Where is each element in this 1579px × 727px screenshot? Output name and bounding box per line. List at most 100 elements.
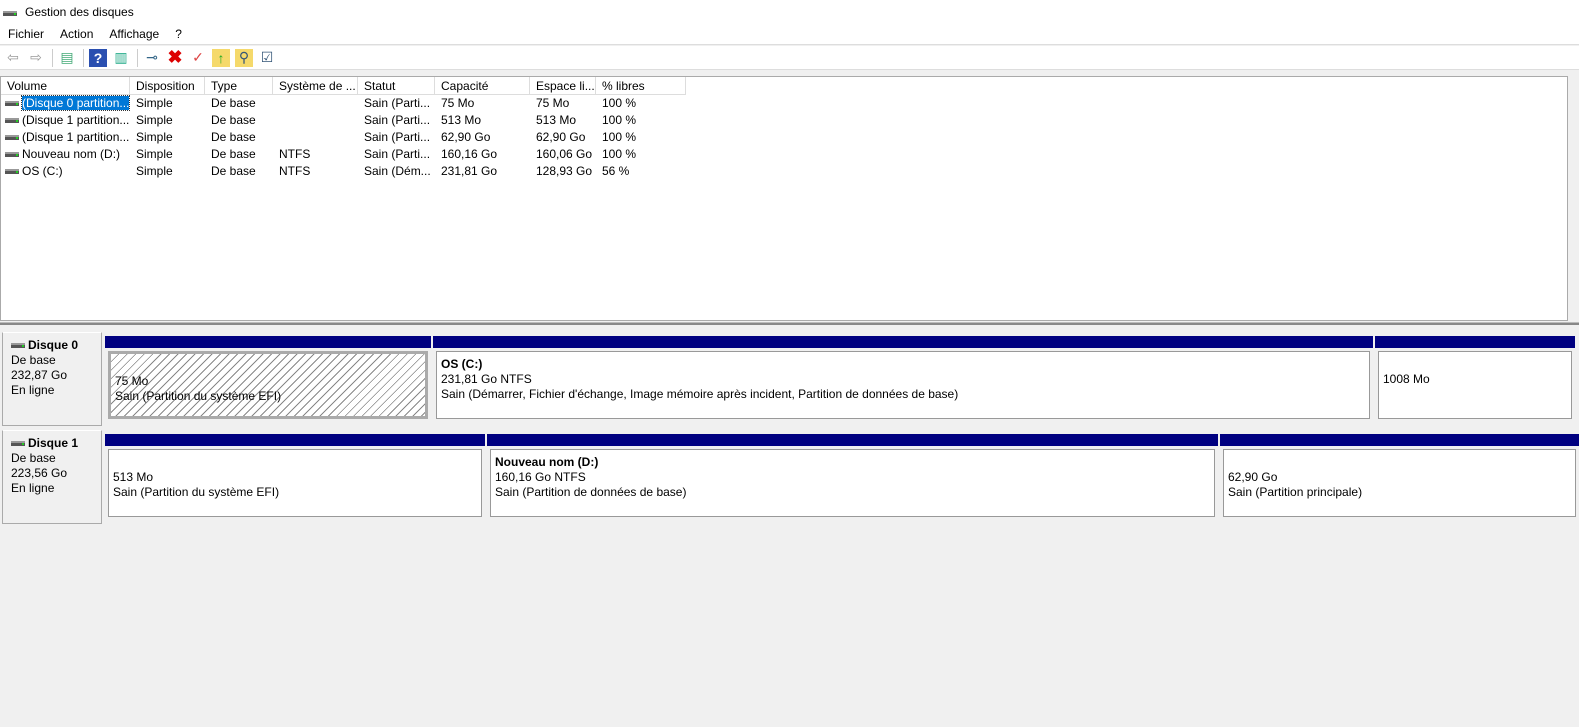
disk-name: Disque 1 [28, 436, 79, 450]
partition-block[interactable]: 75 Mo Sain (Partition du système EFI) [105, 336, 431, 422]
partition-size: 1008 Mo [1383, 372, 1430, 386]
partition-block[interactable]: OS (C:) 231,81 Go NTFS Sain (Démarrer, Fic… [433, 336, 1373, 422]
table-cell: 100 % [602, 113, 637, 127]
table-cell: Sain (Parti... [364, 113, 431, 127]
disk-management-icon [3, 6, 19, 18]
partition-size: 62,90 Go [1228, 470, 1278, 484]
table-row[interactable]: OS (C:) Simple De base NTFS Sain (Dém... 231,… [1, 163, 686, 180]
checklist-icon[interactable]: ☑ [258, 49, 276, 67]
partition-status: Sain (Démarrer, Fichier d'échange, Image… [441, 387, 959, 401]
partition-name [1383, 357, 1567, 372]
menu-fichier[interactable]: Fichier [0, 27, 52, 41]
forward-icon[interactable]: ⇨ [27, 49, 45, 67]
partition-bar [487, 434, 1218, 446]
column-header[interactable]: % libres [596, 77, 686, 95]
disk-icon [11, 343, 25, 349]
disk-label[interactable]: Disque 0 De base 232,87 Go En ligne [2, 332, 102, 426]
table-row[interactable]: (Disque 1 partition... Simple De base Sain … [1, 129, 686, 146]
disk-label[interactable]: Disque 1 De base 223,56 Go En ligne [2, 430, 102, 524]
table-cell: Nouveau nom (D:) [1, 146, 130, 163]
pane-splitter[interactable] [0, 322, 1579, 325]
volume-icon [5, 169, 19, 175]
table-cell: NTFS [279, 147, 311, 161]
table-cell: De base [211, 164, 256, 178]
show-hide-console-tree-icon[interactable]: ▤ [58, 49, 76, 67]
table-cell: De base [211, 130, 256, 144]
table-row[interactable]: Nouveau nom (D:) Simple De base NTFS Sain (P… [1, 146, 686, 163]
menu-action[interactable]: Action [52, 27, 101, 41]
table-cell: 231,81 Go [441, 164, 498, 178]
column-header[interactable]: Statut [358, 77, 435, 95]
partition-name: Nouveau nom (D:) [495, 455, 599, 469]
partition-bar [105, 434, 485, 446]
partition-body: 62,90 Go Sain (Partition principale) [1223, 449, 1576, 517]
disk-status: En ligne [11, 383, 55, 397]
partition-block[interactable]: Nouveau nom (D:) 160,16 Go NTFS Sain (Part… [487, 434, 1218, 520]
table-cell: 513 Mo [536, 113, 577, 127]
partition-name [1228, 455, 1571, 470]
disk-type: De base [11, 451, 56, 465]
column-header[interactable]: Volume [1, 77, 130, 95]
volume-name: (Disque 0 partition... [20, 95, 130, 111]
column-header[interactable]: Disposition [130, 77, 205, 95]
table-cell: Simple [136, 164, 173, 178]
table-cell: (Disque 1 partition... [1, 112, 130, 129]
column-header[interactable]: Capacité [435, 77, 530, 95]
partition-bar [105, 336, 431, 348]
show-action-pane-icon[interactable]: ▥ [112, 49, 130, 67]
toolbar: ⇦ ⇨ ▤ ? ▥ ⊸ ✖ ✓ ↑ ⚲ ☑ [0, 46, 1579, 70]
partition-body: OS (C:) 231,81 Go NTFS Sain (Démarrer, Fic… [436, 351, 1370, 419]
column-header[interactable]: Espace li... [530, 77, 596, 95]
table-cell: 62,90 Go [441, 130, 491, 144]
partition-status: Sain (Partition principale) [1228, 485, 1363, 499]
table-cell: De base [211, 147, 256, 161]
table-cell: Sain (Dém... [364, 164, 431, 178]
table-cell: De base [211, 96, 256, 110]
table-cell [273, 129, 358, 146]
title-bar: Gestion des disques [0, 0, 1579, 24]
partition-size: 513 Mo [113, 470, 154, 484]
table-cell: 75 Mo [536, 96, 570, 110]
disk-icon [11, 441, 25, 447]
partition-block[interactable]: 62,90 Go Sain (Partition principale) [1220, 434, 1579, 520]
volume-icon [5, 135, 19, 141]
column-header[interactable]: Système de ... [273, 77, 358, 95]
properties-icon[interactable]: ✓ [189, 49, 207, 67]
help-icon[interactable]: ? [89, 48, 107, 67]
table-cell: Sain (Parti... [364, 130, 431, 144]
delete-icon[interactable]: ✖ [166, 47, 184, 67]
partition-size: 160,16 Go NTFS [495, 470, 586, 484]
disk-row: Disque 0 De base 232,87 Go En ligne 75 Mo Sai… [0, 330, 1579, 426]
table-cell: OS (C:) [1, 163, 130, 180]
table-row[interactable]: (Disque 0 partition... Simple De base Sain … [1, 95, 686, 112]
partition-body: Nouveau nom (D:) 160,16 Go NTFS Sain (Part… [490, 449, 1215, 517]
partition-name: OS (C:) [441, 357, 483, 371]
back-icon[interactable]: ⇦ [4, 49, 22, 67]
table-cell: 56 % [602, 164, 630, 178]
disk-size: 232,87 Go [11, 368, 68, 382]
partition-size: 231,81 Go NTFS [441, 372, 532, 386]
table-cell: 160,16 Go [441, 147, 498, 161]
connect-disk-icon[interactable]: ⊸ [143, 49, 161, 67]
partition-bar [433, 336, 1373, 348]
table-cell: Simple [136, 147, 173, 161]
table-cell: Sain (Parti... [364, 147, 431, 161]
table-row[interactable]: (Disque 1 partition... Simple De base Sain … [1, 112, 686, 129]
export-icon[interactable]: ↑ [212, 48, 230, 67]
partition-name [113, 455, 477, 470]
partition-block[interactable]: 1008 Mo [1375, 336, 1575, 422]
partition-bar [1220, 434, 1579, 446]
table-cell: NTFS [279, 164, 311, 178]
partition-block[interactable]: 513 Mo Sain (Partition du système EFI) [105, 434, 485, 520]
partition-body: 75 Mo Sain (Partition du système EFI) [108, 351, 428, 419]
disk-name: Disque 0 [28, 338, 79, 352]
table-cell [273, 112, 358, 129]
menu-affichage[interactable]: Affichage [101, 27, 167, 41]
menu-bar: Fichier Action Affichage ? [0, 24, 1579, 45]
menu-help[interactable]: ? [167, 27, 190, 41]
search-icon[interactable]: ⚲ [235, 48, 253, 67]
partition-status: Sain (Partition du système EFI) [115, 389, 282, 403]
column-header[interactable]: Type [205, 77, 273, 95]
table-cell [273, 95, 358, 112]
table-cell: Sain (Parti... [364, 96, 431, 110]
